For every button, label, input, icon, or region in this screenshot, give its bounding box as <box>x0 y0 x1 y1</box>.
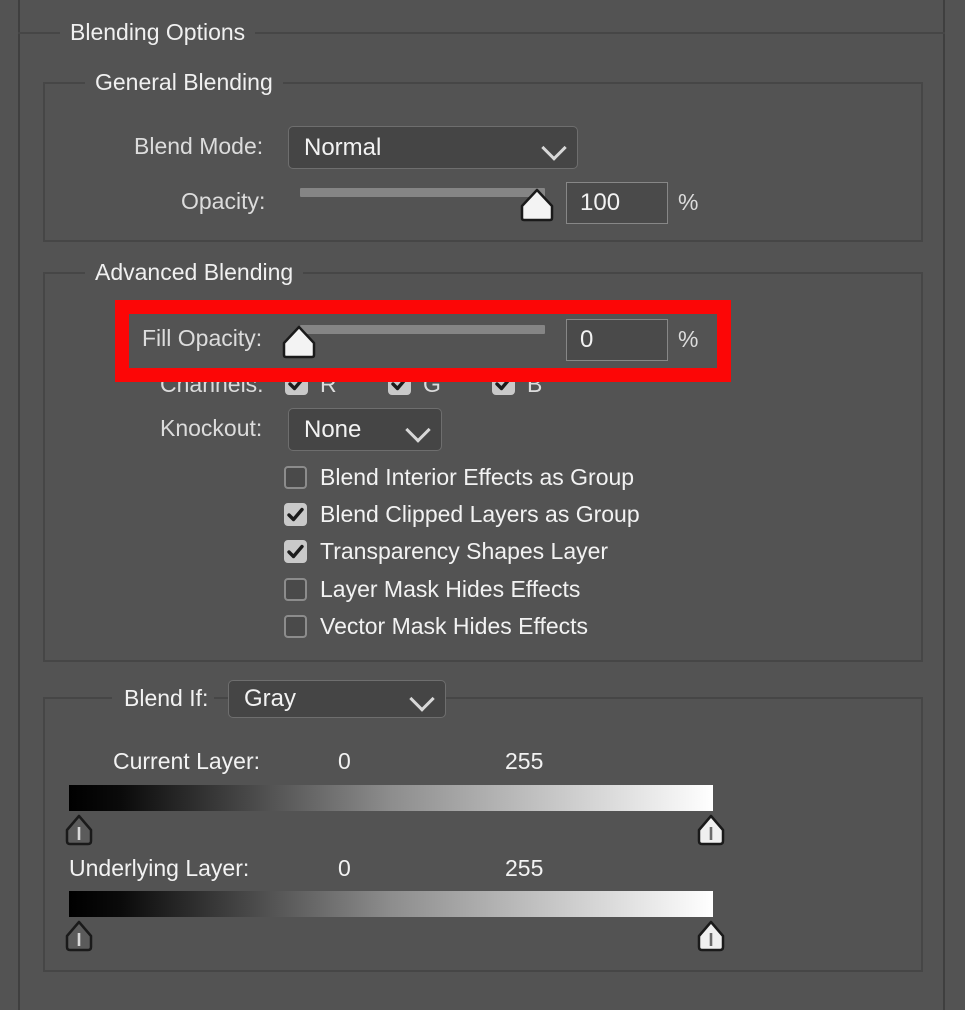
blending-options-title: Blending Options <box>60 19 256 45</box>
chevron-down-icon <box>541 134 567 161</box>
option-label-layer-mask-hides-effects: Layer Mask Hides Effects <box>320 576 581 602</box>
opacity-input[interactable]: 100 <box>566 182 668 224</box>
knockout-label: Knockout: <box>160 415 263 441</box>
current-layer-white-handle[interactable] <box>696 814 726 847</box>
blend-mode-value: Normal <box>304 133 382 161</box>
chevron-down-icon <box>409 686 435 712</box>
blend-if-label: Blend If: <box>118 687 215 710</box>
underlying-layer-max: 255 <box>505 855 544 881</box>
chevron-down-icon <box>405 416 431 443</box>
underlying-layer-white-handle[interactable] <box>696 920 726 953</box>
fill-opacity-input[interactable]: 0 <box>566 319 668 361</box>
opacity-unit: % <box>678 189 699 215</box>
general-blending-title-text: General Blending <box>95 69 273 95</box>
option-checkbox-transparency-shapes-layer[interactable] <box>284 540 307 563</box>
current-layer-label: Current Layer: <box>113 748 261 774</box>
opacity-slider-handle[interactable] <box>518 188 556 222</box>
option-checkbox-blend-interior-effects[interactable] <box>284 466 307 489</box>
blend-if-dropdown[interactable]: Gray <box>228 680 446 718</box>
opacity-value: 100 <box>580 189 621 216</box>
underlying-layer-min: 0 <box>338 855 351 881</box>
option-checkbox-vector-mask-hides-effects[interactable] <box>284 615 307 638</box>
advanced-blending-title: Advanced Blending <box>85 259 304 285</box>
advanced-blending-title-text: Advanced Blending <box>95 259 294 285</box>
channel-label-g: G <box>423 371 441 397</box>
channels-label: Channels: <box>160 371 264 397</box>
channel-checkbox-b[interactable] <box>492 372 515 395</box>
underlying-layer-black-handle[interactable] <box>64 920 94 953</box>
channel-checkbox-g[interactable] <box>388 372 411 395</box>
option-label-blend-interior-effects: Blend Interior Effects as Group <box>320 464 635 490</box>
knockout-dropdown[interactable]: None <box>288 408 442 451</box>
current-layer-black-handle[interactable] <box>64 814 94 847</box>
option-label-vector-mask-hides-effects: Vector Mask Hides Effects <box>320 613 589 639</box>
fill-opacity-slider-handle[interactable] <box>280 325 318 359</box>
option-checkbox-blend-clipped-layers[interactable] <box>284 503 307 526</box>
blend-mode-dropdown[interactable]: Normal <box>288 126 578 169</box>
opacity-slider-track[interactable] <box>300 188 545 197</box>
blend-if-group <box>43 697 923 972</box>
underlying-layer-label: Underlying Layer: <box>69 855 250 881</box>
fill-opacity-value: 0 <box>580 326 594 353</box>
current-layer-max: 255 <box>505 748 544 774</box>
blending-options-title-text: Blending Options <box>70 19 246 45</box>
blend-mode-label: Blend Mode: <box>134 133 264 159</box>
channel-label-r: R <box>320 371 337 397</box>
underlying-layer-gradient-bar[interactable] <box>69 891 713 917</box>
option-checkbox-layer-mask-hides-effects[interactable] <box>284 578 307 601</box>
channel-checkbox-r[interactable] <box>285 372 308 395</box>
option-label-blend-clipped-layers: Blend Clipped Layers as Group <box>320 501 640 527</box>
fill-opacity-label: Fill Opacity: <box>142 325 263 351</box>
opacity-label: Opacity: <box>181 188 266 214</box>
current-layer-gradient-bar[interactable] <box>69 785 713 811</box>
fill-opacity-slider-track[interactable] <box>300 325 545 334</box>
blend-if-value: Gray <box>244 685 297 712</box>
fill-opacity-unit: % <box>678 326 699 352</box>
option-label-transparency-shapes-layer: Transparency Shapes Layer <box>320 538 609 564</box>
general-blending-title: General Blending <box>85 71 283 94</box>
current-layer-min: 0 <box>338 748 351 774</box>
channel-label-b: B <box>527 371 543 397</box>
knockout-value: None <box>304 415 362 443</box>
